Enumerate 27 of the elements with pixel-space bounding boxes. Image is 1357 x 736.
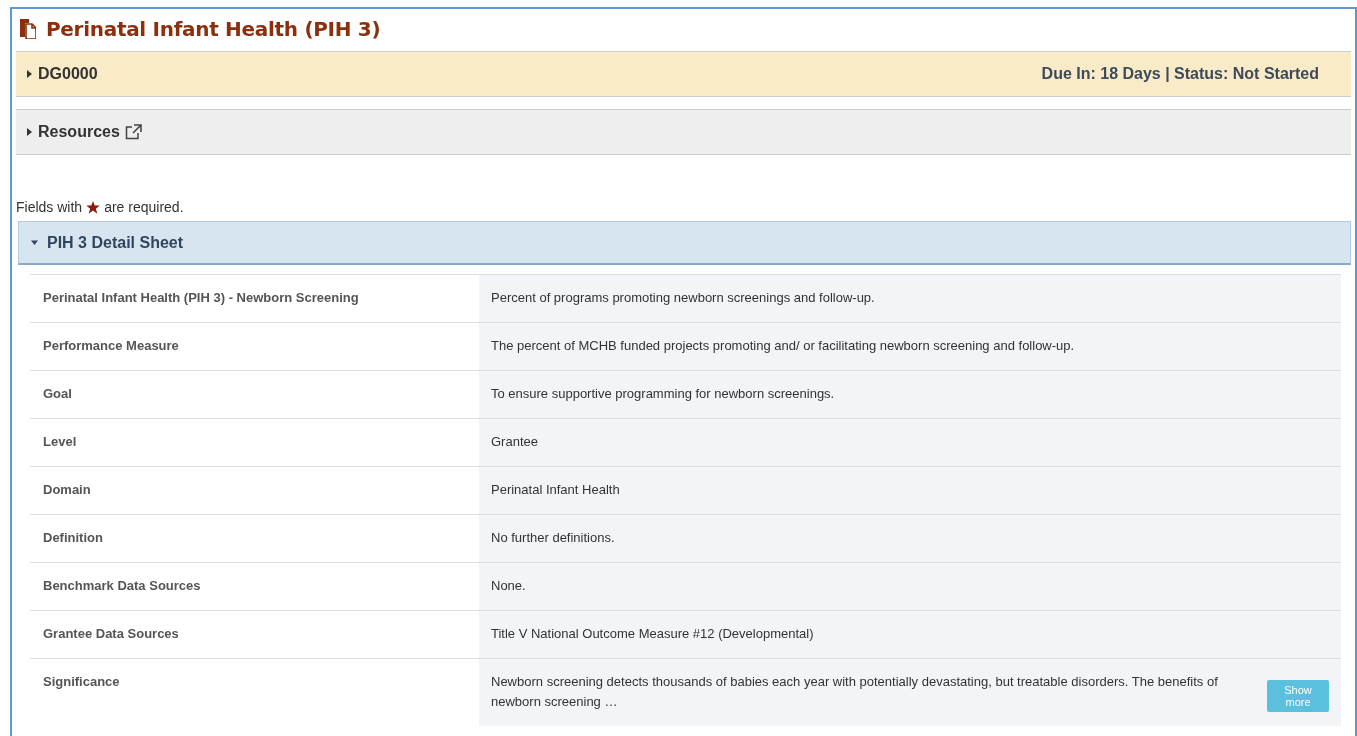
section-header[interactable]: Resources (16, 109, 1351, 155)
field-label: Grantee Data Sources (43, 626, 179, 641)
field-value: Title V National Outcome Measure #12 (Developmental) (491, 625, 814, 643)
field-value: The percent of MCHB funded projects promoting and/ or facilitating newborn screening and follow-up. (491, 337, 1075, 355)
field-value: Grantee (491, 433, 538, 451)
field-label: Benchmark Data Sources (43, 578, 201, 593)
field-value: To ensure supportive programming for newborn screenings. (491, 385, 835, 403)
field-value: Percent of programs promoting newborn screenings and follow-up. (491, 289, 875, 307)
star-icon (86, 200, 101, 214)
field-label: Performance Measure (43, 338, 179, 353)
field-label: Level (43, 434, 77, 449)
field-value: None. (491, 577, 526, 595)
section-header[interactable]: PIH 3 Detail Sheet (18, 221, 1351, 265)
required-note: are required. (104, 199, 184, 215)
field-value: Newborn screening detects thousands of babies each year with potentially devastating, but treatable disorders. The benefits of newborn screening … (491, 673, 1219, 711)
field-label: Perinatal Infant Health (PIH 3) - Newborn Screening (43, 290, 359, 305)
required-note: Fields with (16, 199, 83, 215)
field-label: Definition (43, 530, 103, 545)
field-value: No further definitions. (491, 529, 615, 547)
field-label: Goal (43, 386, 72, 401)
field-label: Domain (43, 482, 91, 497)
section-header[interactable]: DG0000 Due In: 18 Days | Status: Not Started (16, 51, 1351, 97)
document-icon (18, 19, 36, 39)
page-title: Perinatal Infant Health (PIH 3) (46, 17, 381, 41)
field-label: Significance (43, 674, 120, 689)
field-value: Perinatal Infant Health (491, 481, 620, 499)
external-link-icon (124, 124, 142, 140)
